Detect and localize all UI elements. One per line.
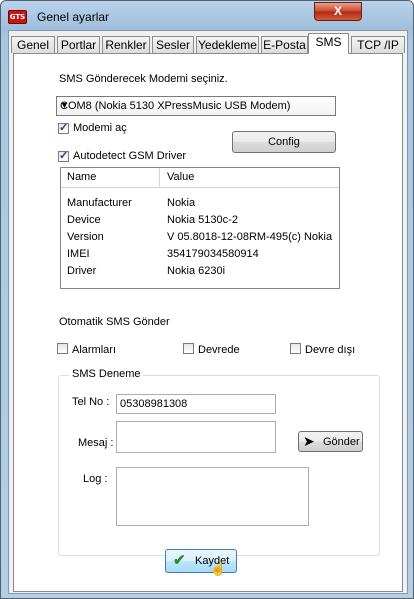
save-button[interactable]: ✔ Kaydet ☝ xyxy=(165,549,237,576)
cell-name: Driver xyxy=(67,265,97,277)
modem-prompt: SMS Gönderecek Modemi seçiniz. xyxy=(59,73,228,85)
alarms-label: Alarmları xyxy=(72,344,117,356)
app-icon: GTS xyxy=(8,10,27,24)
modem-on-checkbox[interactable]: ✓ xyxy=(58,122,69,134)
cell-value: V 05.8018-12-08RM-495(c) Nokia xyxy=(167,231,333,243)
sms-tab-panel: SMS Gönderecek Modemi seçiniz. COM8 (Nok… xyxy=(13,53,403,592)
on-circuit-label: Devrede xyxy=(198,344,240,356)
tab-portlar[interactable]: Portlar xyxy=(57,36,100,53)
table-row[interactable]: Device Nokia 5130c-2 xyxy=(61,212,339,229)
grid-header: Name Value xyxy=(61,168,339,188)
modem-on-label: Modemi aç xyxy=(73,122,127,134)
close-icon: X xyxy=(333,4,342,18)
dialog-body: Genel Portlar Renkler Sesler Yedekleme E… xyxy=(8,30,408,594)
tab-e-posta[interactable]: E-Posta xyxy=(261,36,308,53)
checkmark-icon: ✔ xyxy=(173,552,186,569)
title-bar[interactable]: GTS Genel ayarlar X xyxy=(1,1,413,29)
hand-cursor-icon: ☝ xyxy=(210,561,227,576)
auto-send-label: Otomatik SMS Gönder xyxy=(59,316,170,328)
cell-value: Nokia 5130c-2 xyxy=(167,214,238,226)
grid-header-value[interactable]: Value xyxy=(167,171,194,183)
tab-yedekleme[interactable]: Yedekleme xyxy=(196,36,259,53)
table-row[interactable]: Driver Nokia 6230i xyxy=(61,263,339,280)
arrow-right-icon: ➤ xyxy=(303,433,315,449)
window-title: Genel ayarlar xyxy=(37,10,110,24)
cell-value: Nokia xyxy=(167,197,196,209)
tab-renkler[interactable]: Renkler xyxy=(102,36,150,53)
modem-select[interactable]: COM8 (Nokia 5130 XPressMusic USB Modem) … xyxy=(56,96,336,116)
check-icon: ✓ xyxy=(59,122,69,134)
tel-input[interactable]: 05308981308 xyxy=(116,394,276,414)
tab-genel[interactable]: Genel xyxy=(11,36,55,53)
close-button[interactable]: X xyxy=(314,2,362,21)
grid-header-name[interactable]: Name xyxy=(67,171,96,183)
autodetect-label: Autodetect GSM Driver xyxy=(73,150,187,162)
table-row[interactable]: Version V 05.8018-12-08RM-495(c) Nokia xyxy=(61,229,339,246)
alarms-checkbox[interactable] xyxy=(57,343,68,354)
cell-name: Version xyxy=(67,231,104,243)
autodetect-checkbox[interactable]: ✓ xyxy=(58,150,69,162)
tab-strip: Genel Portlar Renkler Sesler Yedekleme E… xyxy=(9,33,407,55)
column-divider[interactable] xyxy=(159,168,160,187)
tab-sesler[interactable]: Sesler xyxy=(152,36,194,53)
table-row[interactable]: Manufacturer Nokia xyxy=(61,195,339,212)
off-circuit-label: Devre dışı xyxy=(305,344,356,356)
sms-test-group-title: SMS Deneme xyxy=(69,368,144,380)
message-input[interactable] xyxy=(116,421,276,453)
cell-name: Device xyxy=(67,214,101,226)
config-button[interactable]: Config xyxy=(232,131,336,153)
cell-name: Manufacturer xyxy=(67,197,132,209)
check-icon: ✓ xyxy=(59,150,69,162)
tel-input-value: 05308981308 xyxy=(120,398,188,410)
table-row[interactable]: IMEI 354179034580914 xyxy=(61,246,339,263)
cell-name: IMEI xyxy=(67,248,90,260)
log-label: Log : xyxy=(83,473,108,485)
tab-sms[interactable]: SMS xyxy=(308,33,349,54)
on-circuit-checkbox[interactable] xyxy=(183,343,194,354)
off-circuit-checkbox[interactable] xyxy=(290,343,301,354)
cell-value: Nokia 6230i xyxy=(167,265,226,277)
cell-value: 354179034580914 xyxy=(167,248,259,260)
chevron-down-icon[interactable]: ▼ xyxy=(60,100,332,110)
send-button-label: Gönder xyxy=(323,436,360,448)
tab-tcp-ip[interactable]: TCP /IP xyxy=(351,36,405,53)
tel-label: Tel No : xyxy=(72,396,110,408)
message-label: Mesaj : xyxy=(78,437,114,449)
modem-info-grid[interactable]: Name Value Manufacturer Nokia Device Nok… xyxy=(60,167,340,289)
send-button[interactable]: ➤ Gönder xyxy=(298,431,363,452)
settings-window: GTS Genel ayarlar X Genel Portlar Renkle… xyxy=(0,0,414,599)
log-textarea[interactable] xyxy=(116,467,309,526)
